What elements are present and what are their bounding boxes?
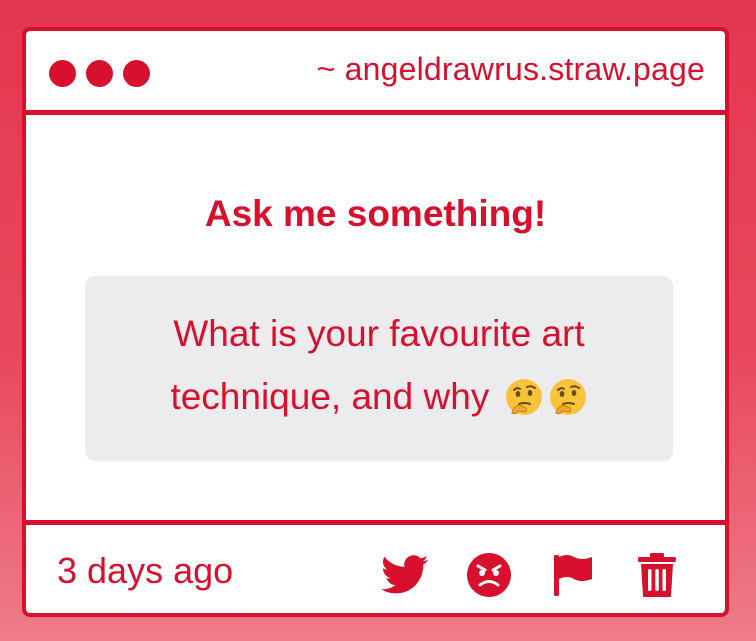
flag-icon bbox=[554, 555, 592, 596]
share-twitter-button[interactable] bbox=[380, 550, 430, 600]
window-dot-3 bbox=[123, 60, 150, 87]
timestamp: 3 days ago bbox=[57, 550, 234, 591]
window-titlebar: ~ angeldrawrus.straw.page bbox=[26, 31, 725, 115]
page-url[interactable]: ~ angeldrawrus.straw.page bbox=[317, 51, 705, 88]
thinking-face-icon bbox=[504, 373, 544, 436]
page-title: Ask me something! bbox=[204, 193, 547, 234]
question-container: What is your favourite art technique, an… bbox=[85, 302, 673, 436]
twitter-icon bbox=[381, 555, 429, 594]
window-dot-1 bbox=[49, 60, 76, 87]
window-dot-2 bbox=[86, 60, 113, 87]
thinking-face-icon bbox=[548, 373, 588, 436]
flag-button[interactable] bbox=[548, 550, 598, 600]
window-controls bbox=[49, 60, 150, 87]
question-box: What is your favourite art technique, an… bbox=[85, 276, 673, 461]
trash-icon bbox=[638, 553, 676, 597]
report-abuse-button[interactable] bbox=[464, 550, 514, 600]
angry-face-icon bbox=[467, 553, 511, 597]
delete-button[interactable] bbox=[632, 550, 682, 600]
action-bar bbox=[380, 550, 682, 600]
question-card: ~ angeldrawrus.straw.page Ask me somethi… bbox=[22, 27, 729, 617]
card-footer: 3 days ago bbox=[26, 520, 725, 613]
